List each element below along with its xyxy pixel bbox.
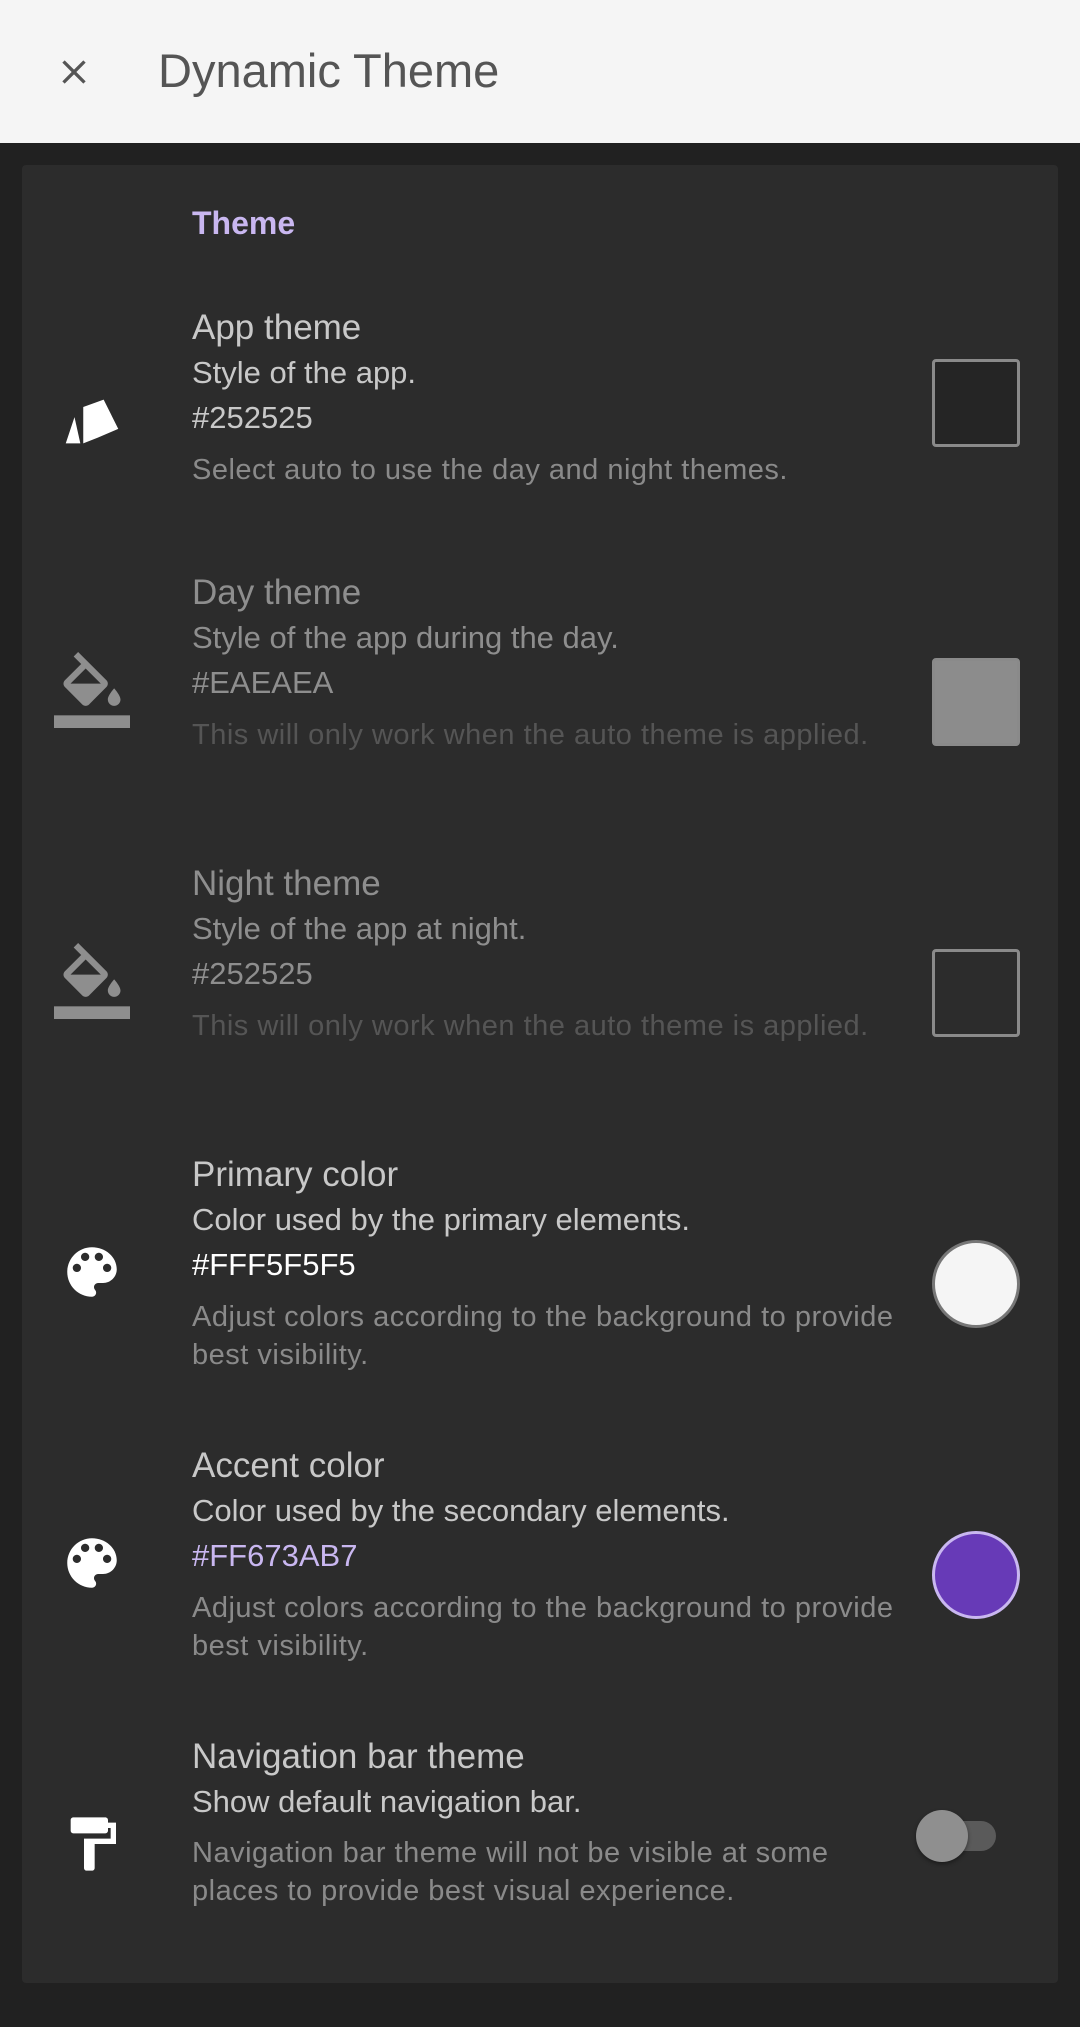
format-paint-icon: [52, 1804, 132, 1884]
setting-description: Adjust colors according to the backgroun…: [192, 1301, 894, 1371]
setting-description: Adjust colors according to the backgroun…: [192, 1592, 894, 1662]
navigation-bar-theme-setting[interactable]: Navigation bar theme Show default naviga…: [22, 1734, 1058, 1964]
setting-summary: Style of the app at night.: [192, 911, 527, 946]
accent-color-swatch[interactable]: [932, 1531, 1020, 1619]
setting-title: Navigation bar theme: [192, 1737, 525, 1776]
app-theme-icon: [52, 383, 132, 463]
day-theme-setting[interactable]: Day theme Style of the app during the da…: [22, 570, 1058, 830]
theme-settings-card: Theme App theme Style of the app. #25252…: [22, 165, 1058, 1983]
app-theme-setting[interactable]: App theme Style of the app. #252525 Sele…: [22, 305, 1058, 540]
close-icon[interactable]: [44, 42, 104, 102]
day-theme-swatch[interactable]: [932, 658, 1020, 746]
setting-value: #FF673AB7: [192, 1538, 358, 1573]
setting-title: Day theme: [192, 573, 362, 612]
setting-description: Select auto to use the day and night the…: [192, 454, 788, 486]
accent-color-setting[interactable]: Accent color Color used by the secondary…: [22, 1443, 1058, 1703]
format-color-fill-icon: [52, 650, 132, 730]
setting-summary: Color used by the secondary elements.: [192, 1493, 730, 1528]
setting-description: This will only work when the auto theme …: [192, 719, 869, 751]
setting-value: #FFF5F5F5: [192, 1247, 356, 1282]
app-theme-swatch[interactable]: [932, 359, 1020, 447]
setting-summary: Color used by the primary elements.: [192, 1202, 690, 1237]
setting-summary: Style of the app during the day.: [192, 620, 619, 655]
setting-description: Navigation bar theme will not be visible…: [192, 1837, 829, 1907]
setting-value: #EAEAEA: [192, 665, 334, 700]
setting-title: App theme: [192, 308, 362, 347]
section-title: Theme: [192, 205, 296, 241]
setting-summary: Style of the app.: [192, 355, 417, 390]
toggle-thumb: [916, 1810, 968, 1862]
palette-icon: [52, 1523, 132, 1603]
setting-title: Night theme: [192, 864, 381, 903]
setting-title: Primary color: [192, 1155, 399, 1194]
navigation-bar-toggle[interactable]: [912, 1806, 1012, 1866]
setting-description: This will only work when the auto theme …: [192, 1010, 869, 1042]
setting-value: #252525: [192, 956, 313, 991]
palette-icon: [52, 1232, 132, 1312]
primary-color-swatch[interactable]: [932, 1240, 1020, 1328]
setting-value: #252525: [192, 400, 313, 435]
page-title: Dynamic Theme: [158, 44, 500, 97]
primary-color-setting[interactable]: Primary color Color used by the primary …: [22, 1152, 1058, 1412]
setting-summary: Show default navigation bar.: [192, 1784, 582, 1819]
format-color-fill-icon: [52, 941, 132, 1021]
setting-title: Accent color: [192, 1446, 385, 1485]
night-theme-swatch[interactable]: [932, 949, 1020, 1037]
night-theme-setting[interactable]: Night theme Style of the app at night. #…: [22, 861, 1058, 1121]
app-bar: Dynamic Theme: [0, 0, 1080, 143]
